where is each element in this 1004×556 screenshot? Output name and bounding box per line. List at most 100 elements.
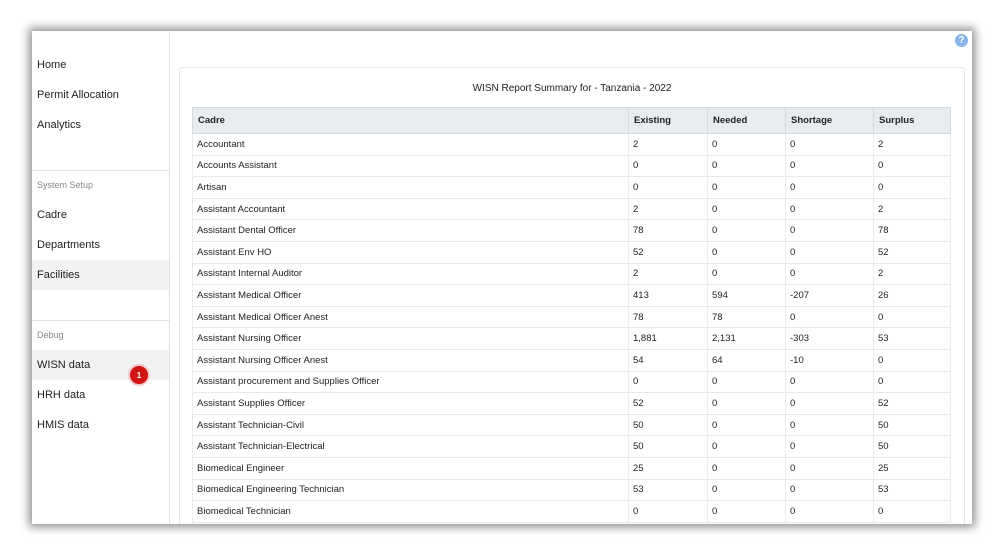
cell-needed: 0	[707, 414, 786, 437]
cell-shortage: 0	[785, 219, 874, 242]
sidebar-item-home[interactable]: Home	[32, 50, 169, 80]
cell-shortage: 0	[785, 500, 874, 523]
report-title: WISN Report Summary for - Tanzania - 202…	[472, 83, 672, 94]
cell-surplus: 26	[873, 284, 951, 307]
cell-needed: 0	[707, 241, 786, 264]
cell-surplus: 0	[873, 371, 951, 394]
table-row: Biomedical Engineering Technician 53 0 0 53	[192, 479, 951, 502]
cell-needed: 0	[707, 133, 786, 156]
cell-cadre: Assistant Dental Officer	[192, 219, 629, 242]
cell-surplus: 0	[873, 500, 951, 523]
table-row: Assistant Technician-Electrical 50 0 0 50	[192, 435, 951, 458]
table-row: Assistant Medical Officer Anest 78 78 0 0	[192, 306, 951, 329]
cell-shortage: -303	[785, 327, 874, 350]
sidebar-item-label: Facilities	[37, 269, 80, 281]
table-row: Assistant Nursing Officer 1,881 2,131 -303 5…	[192, 327, 951, 350]
cell-surplus: 25	[873, 457, 951, 480]
help-icon[interactable]: ?	[955, 34, 968, 47]
table-row: Assistant Supplies Officer 52 0 0 52	[192, 392, 951, 415]
cell-surplus: 50	[873, 414, 951, 437]
cell-shortage: 0	[785, 263, 874, 286]
sidebar-item-label: HMIS data	[37, 419, 89, 431]
sidebar-item-hmis-data[interactable]: HMIS data	[32, 410, 169, 440]
cell-cadre: Biomedical Engineer	[192, 457, 629, 480]
cell-shortage: 0	[785, 176, 874, 199]
cell-cadre: Assistant Supplies Officer	[192, 392, 629, 415]
cell-shortage: 0	[785, 306, 874, 329]
table-row: Assistant procurement and Supplies Offic…	[192, 371, 951, 394]
cell-existing: 78	[628, 306, 708, 329]
sidebar-item-label: HRH data	[37, 389, 86, 401]
cell-existing: 0	[628, 155, 708, 178]
cell-existing: 25	[628, 457, 708, 480]
cell-cadre: Artisan	[192, 176, 629, 199]
system-setup-header: System Setup	[37, 180, 94, 190]
cell-existing: 50	[628, 435, 708, 458]
sidebar-item-cadre[interactable]: Cadre	[32, 200, 169, 230]
cell-shortage: 0	[785, 198, 874, 221]
cell-cadre: Assistant procurement and Supplies Offic…	[192, 371, 629, 394]
cell-cadre: Assistant Nursing Officer Anest	[192, 349, 629, 372]
cell-surplus: 53	[873, 479, 951, 502]
sidebar-item-label: WISN data	[37, 359, 91, 371]
cell-shortage: 0	[785, 133, 874, 156]
cell-cadre: Assistant Nursing Officer	[192, 327, 629, 350]
cell-needed: 0	[707, 371, 786, 394]
column-header-needed[interactable]: Needed	[707, 107, 786, 134]
column-header-existing[interactable]: Existing	[628, 107, 708, 134]
column-header-shortage[interactable]: Shortage	[785, 107, 874, 134]
sidebar-item-departments[interactable]: Departments	[32, 230, 169, 260]
cell-surplus: 53	[873, 327, 951, 350]
table-row: Assistant Dental Officer 78 0 0 78	[192, 219, 951, 242]
column-header-surplus[interactable]: Surplus	[873, 107, 951, 134]
cell-existing: 0	[628, 500, 708, 523]
cell-cadre: Assistant Env HO	[192, 241, 629, 264]
sidebar-item-label: Analytics	[37, 119, 82, 131]
debug-header: Debug	[37, 330, 64, 340]
sidebar-item-facilities[interactable]: Facilities	[32, 260, 169, 290]
cell-existing: 54	[628, 349, 708, 372]
sidebar-divider	[32, 170, 169, 171]
cell-existing: 0	[628, 371, 708, 394]
column-header-cadre[interactable]: Cadre	[192, 107, 629, 134]
cell-surplus: 0	[873, 155, 951, 178]
sidebar-item-analytics[interactable]: Analytics	[32, 110, 169, 140]
cell-needed: 0	[707, 457, 786, 480]
cell-needed: 0	[707, 500, 786, 523]
table-row: Assistant Medical Officer 413 594 -207 26	[192, 284, 951, 307]
cell-shortage: 0	[785, 392, 874, 415]
sidebar-item-permit-allocation[interactable]: Permit Allocation	[32, 80, 169, 110]
cell-existing: 1,881	[628, 327, 708, 350]
cell-surplus: 0	[873, 306, 951, 329]
cell-existing: 50	[628, 414, 708, 437]
cell-cadre: Assistant Technician-Civil	[192, 414, 629, 437]
cell-needed: 594	[707, 284, 786, 307]
cell-surplus: 2	[873, 263, 951, 286]
sidebar-item-label: Permit Allocation	[37, 89, 119, 101]
report-table: Cadre Existing Needed Shortage Surplus Accou…	[192, 107, 951, 523]
table-row: Biomedical Engineer 25 0 0 25	[192, 457, 951, 480]
table-row: Artisan 0 0 0 0	[192, 176, 951, 199]
cell-cadre: Assistant Internal Auditor	[192, 263, 629, 286]
sidebar: Home Permit Allocation Analytics System …	[32, 31, 170, 524]
sidebar-item-label: Departments	[37, 239, 100, 251]
cell-cadre: Assistant Accountant	[192, 198, 629, 221]
sidebar-divider	[32, 320, 169, 321]
cell-existing: 78	[628, 219, 708, 242]
app-window: Home Permit Allocation Analytics System …	[32, 31, 972, 524]
cell-shortage: 0	[785, 479, 874, 502]
cell-cadre: Assistant Medical Officer Anest	[192, 306, 629, 329]
cell-cadre: Assistant Medical Officer	[192, 284, 629, 307]
table-row: Assistant Accountant 2 0 0 2	[192, 198, 951, 221]
cell-needed: 0	[707, 263, 786, 286]
cell-surplus: 52	[873, 392, 951, 415]
cell-existing: 0	[628, 176, 708, 199]
table-row: Assistant Nursing Officer Anest 54 64 -10 0	[192, 349, 951, 372]
sidebar-item-wisn-data[interactable]: WISN data	[32, 350, 169, 380]
cell-shortage: 0	[785, 414, 874, 437]
sidebar-item-hrh-data[interactable]: HRH data	[32, 380, 169, 410]
cell-shortage: 0	[785, 457, 874, 480]
cell-existing: 413	[628, 284, 708, 307]
cell-cadre: Accountant	[192, 133, 629, 156]
cell-needed: 64	[707, 349, 786, 372]
